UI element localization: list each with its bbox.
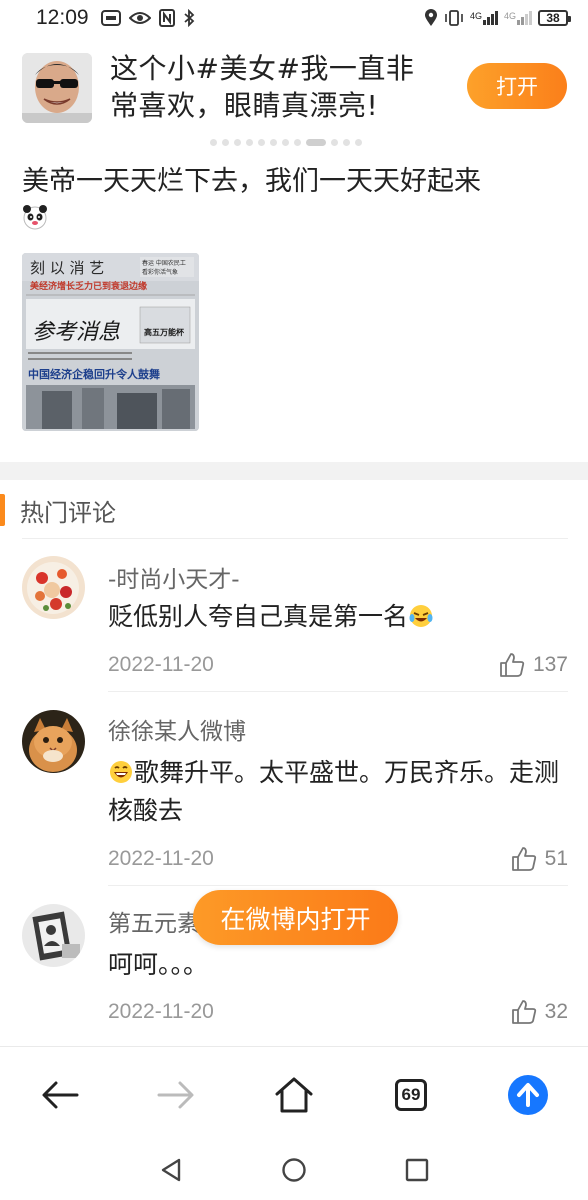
home-button[interactable] (272, 1073, 316, 1117)
author-avatar[interactable] (22, 53, 92, 123)
thumbs-up-icon (500, 653, 525, 677)
like-button[interactable]: 32 (511, 999, 568, 1025)
comment-item: -时尚小天才- 贬低别人夸自己真是第一名 2022-11-20 137 (0, 540, 588, 692)
system-back-icon[interactable] (158, 1157, 184, 1183)
signal-icon-secondary: 4G (504, 11, 532, 25)
nfc-icon (158, 9, 175, 27)
tab-count: 69 (395, 1079, 427, 1111)
battery-icon: 38 (538, 10, 571, 26)
vibrate-icon (445, 10, 463, 26)
open-in-weibo-button[interactable]: 在微博内打开 (193, 890, 398, 945)
svg-text:参考消息: 参考消息 (32, 320, 120, 345)
comment-date: 2022-11-20 (108, 1000, 214, 1023)
grinning-emoji-icon (110, 761, 132, 783)
svg-text:春运 中国农民工: 春运 中国农民工 (142, 259, 186, 267)
hot-comments-title: 热门评论 (20, 498, 116, 527)
like-count: 51 (544, 847, 568, 870)
svg-text:美经济增长乏力已到衰退边缘: 美经济增长乏力已到衰退边缘 (30, 280, 147, 292)
section-accent-bar (0, 494, 5, 526)
system-home-icon[interactable] (281, 1157, 307, 1183)
system-navigation-bar (0, 1140, 588, 1200)
open-app-button[interactable]: 打开 (467, 63, 567, 109)
comment-date: 2022-11-20 (108, 653, 214, 676)
like-button[interactable]: 137 (499, 652, 568, 678)
location-icon (424, 9, 437, 26)
upload-button[interactable] (506, 1073, 550, 1117)
arrow-up-circle-icon (508, 1075, 548, 1115)
system-recents-icon[interactable] (404, 1157, 430, 1183)
like-count: 137 (532, 653, 568, 676)
commenter-name[interactable]: 徐徐某人微博 (108, 712, 246, 746)
thumbs-up-icon (511, 847, 536, 871)
arrow-right-icon (157, 1081, 194, 1109)
like-button[interactable]: 51 (511, 846, 568, 872)
app-open-banner: 这个小#美女#我一直非常喜欢，眼睛真漂亮! 打开 (0, 44, 588, 146)
thumbs-up-icon (511, 1000, 536, 1024)
signal-icon: 4G (470, 11, 498, 25)
arrow-left-icon (42, 1081, 79, 1109)
tabs-button[interactable]: 69 (389, 1073, 433, 1117)
comment-text: 歌舞升平。太平盛世。万民齐乐。走测核酸去 (108, 758, 560, 825)
section-separator (0, 462, 588, 480)
back-button[interactable] (38, 1073, 82, 1117)
crying-laugh-emoji-icon (409, 605, 433, 627)
comment-text: 呵呵。。。 (108, 950, 209, 979)
bluetooth-icon (183, 9, 194, 27)
carousel-indicator (210, 139, 362, 146)
commenter-avatar[interactable] (22, 904, 85, 967)
commenter-avatar[interactable] (22, 710, 85, 773)
svg-text:刻 以 消 艺: 刻 以 消 艺 (30, 259, 104, 277)
commenter-name[interactable]: -时尚小天才- (108, 560, 240, 594)
post-body: 美帝一天天烂下去，我们一天天好起来 (22, 166, 481, 197)
commenter-avatar[interactable] (22, 556, 85, 619)
commenter-name[interactable]: 第五元素 (108, 904, 200, 938)
status-time: 12:09 (36, 6, 89, 29)
comment-text: 贬低别人夸自己真是第一名 (108, 598, 568, 636)
like-count: 32 (544, 1000, 568, 1023)
hot-comments-header: 热门评论 (0, 490, 588, 530)
notification-app-icon (100, 10, 121, 26)
post-image-newspaper[interactable]: 刻 以 消 艺 春运 中国农民工 看彩你活气象 美经济增长乏力已到衰退边缘 参考… (22, 253, 199, 431)
forward-button[interactable] (154, 1073, 198, 1117)
panda-emoji-icon (23, 205, 47, 230)
svg-text:高五万能杯: 高五万能杯 (144, 327, 185, 337)
eye-icon (128, 12, 151, 24)
home-icon (275, 1077, 313, 1113)
svg-text:看彩你活气象: 看彩你活气象 (142, 268, 178, 276)
status-bar: 12:09 4G 4G 38 (0, 0, 588, 36)
banner-title[interactable]: 这个小#美女#我一直非常喜欢，眼睛真漂亮! (110, 50, 440, 124)
comment-item: 徐徐某人微博 歌舞升平。太平盛世。万民齐乐。走测核酸去 2022-11-20 5… (0, 692, 588, 886)
comment-date: 2022-11-20 (108, 847, 214, 870)
svg-text:中国经济企稳回升令人鼓舞: 中国经济企稳回升令人鼓舞 (28, 367, 160, 381)
post-text: 美帝一天天烂下去，我们一天天好起来 (22, 164, 562, 236)
browser-toolbar: 69 (0, 1046, 588, 1140)
